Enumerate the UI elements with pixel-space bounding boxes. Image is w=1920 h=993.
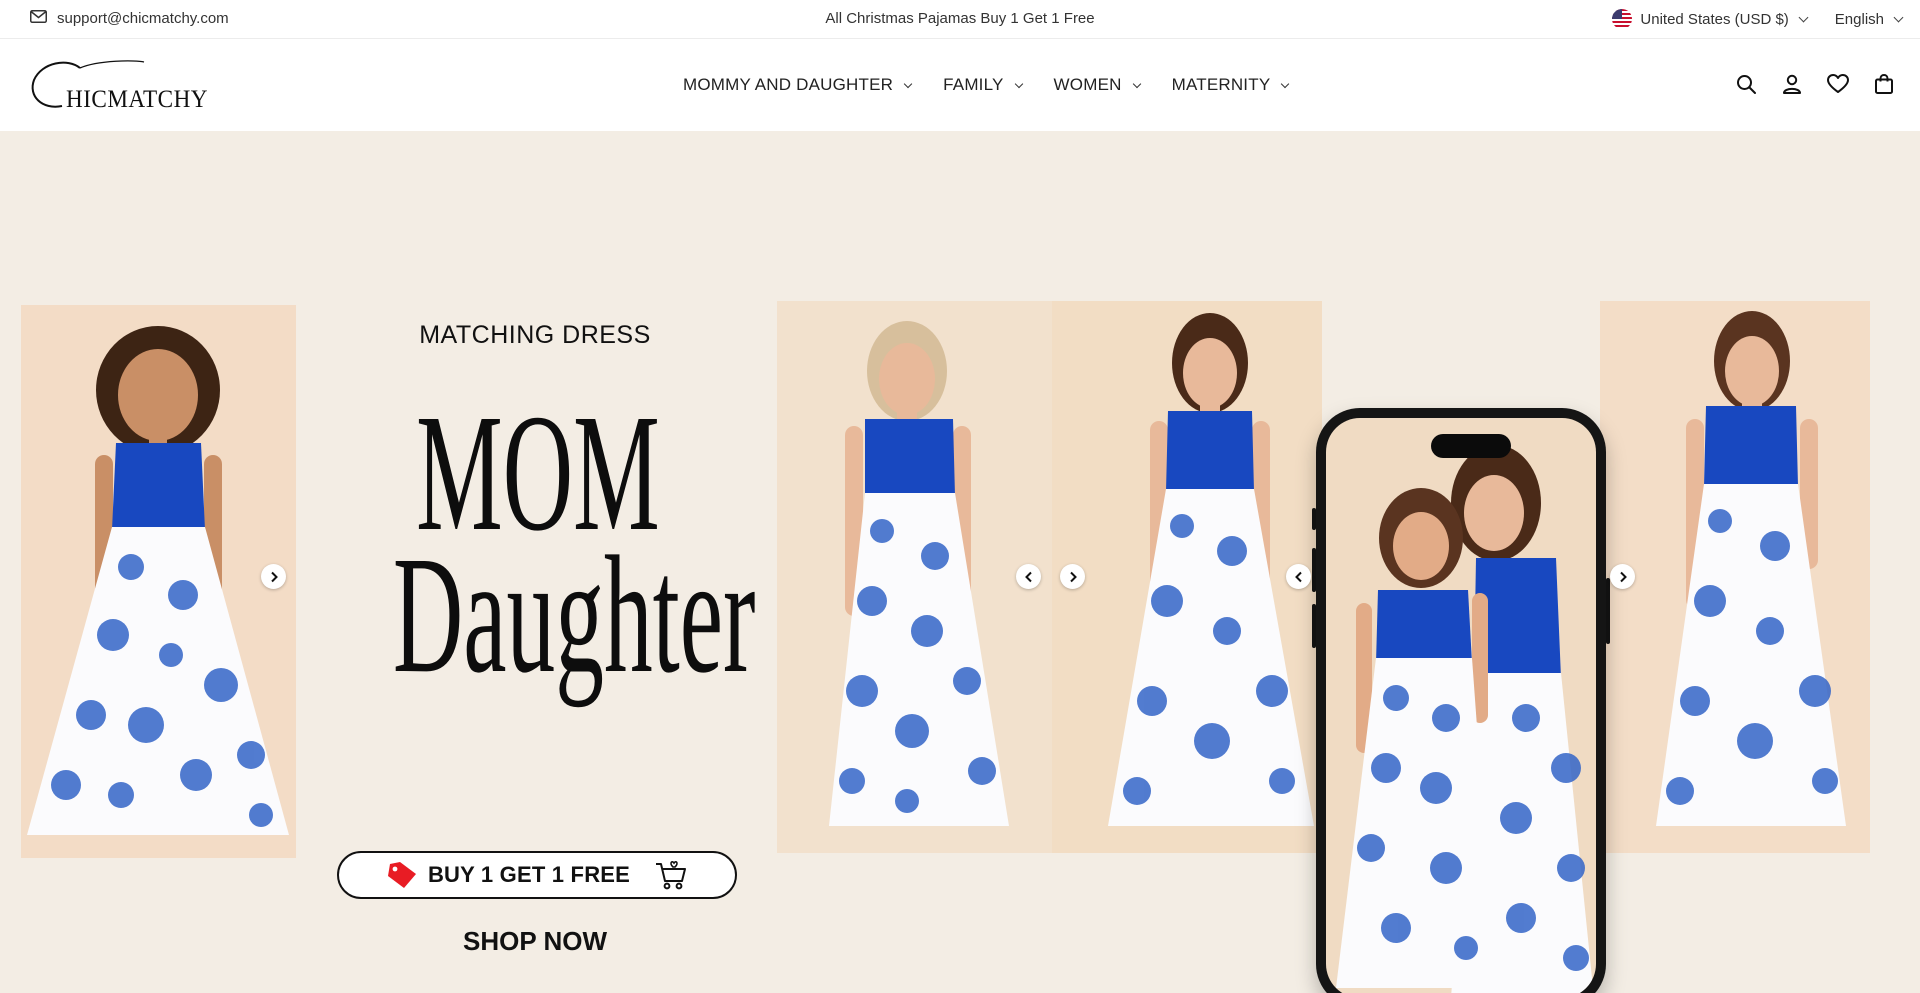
carousel-next-button[interactable] (261, 564, 286, 589)
search-icon[interactable] (1734, 72, 1758, 96)
site-logo[interactable]: HICMATCHY (28, 56, 213, 114)
header-actions (1734, 72, 1896, 96)
us-flag-icon (1612, 9, 1633, 29)
country-selector[interactable]: United States (USD $) (1612, 9, 1809, 29)
chevron-left-icon (1024, 571, 1032, 582)
support-email[interactable]: support@chicmatchy.com (57, 10, 229, 27)
phone-dynamic-island (1431, 434, 1511, 458)
mail-icon (30, 10, 47, 27)
nav-label: FAMILY (943, 75, 1004, 94)
hero-banner[interactable]: MATCHING DRESS MOM Daughter BUY 1 GET 1 … (0, 131, 1920, 993)
support-email-link[interactable]: support@chicmatchy.com (30, 10, 229, 27)
cart-icon[interactable] (1872, 72, 1896, 96)
nav-label: MATERNITY (1171, 75, 1271, 94)
logo-wordmark: HICMATCHY (66, 86, 208, 113)
mom-daughter-photo[interactable] (1326, 418, 1596, 993)
announcement-bar: support@chicmatchy.com All Christmas Paj… (0, 0, 1920, 39)
promo-kicker: MATCHING DRESS (419, 321, 651, 349)
nav-mommy-and-daughter[interactable]: MOMMY AND DAUGHTER (683, 75, 913, 95)
chevron-left-icon (1294, 571, 1302, 582)
chevron-right-icon (270, 571, 278, 582)
chevron-down-icon (1014, 79, 1023, 88)
language-selector[interactable]: English (1834, 10, 1904, 28)
carousel-prev-button[interactable] (1286, 564, 1311, 589)
announcement-text[interactable]: All Christmas Pajamas Buy 1 Get 1 Free (825, 10, 1094, 27)
carousel-prev-button[interactable] (1016, 564, 1041, 589)
chevron-down-icon (903, 79, 913, 88)
carousel-next-button[interactable] (1060, 564, 1085, 589)
site-header: HICMATCHY MOMMY AND DAUGHTER FAMILY WOME… (0, 40, 1920, 131)
bogo-offer-label: BUY 1 GET 1 FREE (427, 862, 631, 887)
phone-mockup (1312, 408, 1610, 993)
nav-label: MOMMY AND DAUGHTER (683, 75, 894, 94)
chevron-down-icon (1132, 79, 1141, 88)
price-tag-icon (386, 860, 418, 890)
wishlist-icon[interactable] (1826, 72, 1850, 96)
mom-dress-image-3[interactable] (1600, 301, 1870, 853)
mom-dress-image-2[interactable] (1052, 301, 1322, 853)
shop-now-link[interactable]: SHOP NOW (330, 926, 740, 957)
chevron-down-icon (1893, 12, 1904, 22)
nav-women[interactable]: WOMEN (1053, 75, 1141, 95)
chevron-right-icon (1619, 571, 1627, 582)
account-icon[interactable] (1780, 72, 1804, 96)
chevron-down-icon (1281, 79, 1290, 88)
nav-maternity[interactable]: MATERNITY (1171, 75, 1290, 95)
promo-block: MATCHING DRESS MOM Daughter (330, 321, 756, 699)
nav-label: WOMEN (1053, 75, 1122, 94)
language-label: English (1834, 10, 1884, 28)
main-navigation: MOMMY AND DAUGHTER FAMILY WOMEN MATERNIT… (683, 75, 1290, 95)
country-label: United States (USD $) (1640, 10, 1789, 28)
bogo-offer-button[interactable]: BUY 1 GET 1 FREE (337, 851, 737, 899)
nav-family[interactable]: FAMILY (943, 75, 1023, 95)
chevron-down-icon (1798, 12, 1809, 22)
shopping-cart-icon (654, 858, 688, 892)
mom-dress-image-1[interactable] (777, 301, 1052, 853)
chevron-right-icon (1069, 571, 1077, 582)
headline-daughter: Daughter (392, 522, 756, 708)
carousel-next-button[interactable] (1610, 564, 1635, 589)
daughter-dress-image[interactable] (21, 305, 296, 858)
